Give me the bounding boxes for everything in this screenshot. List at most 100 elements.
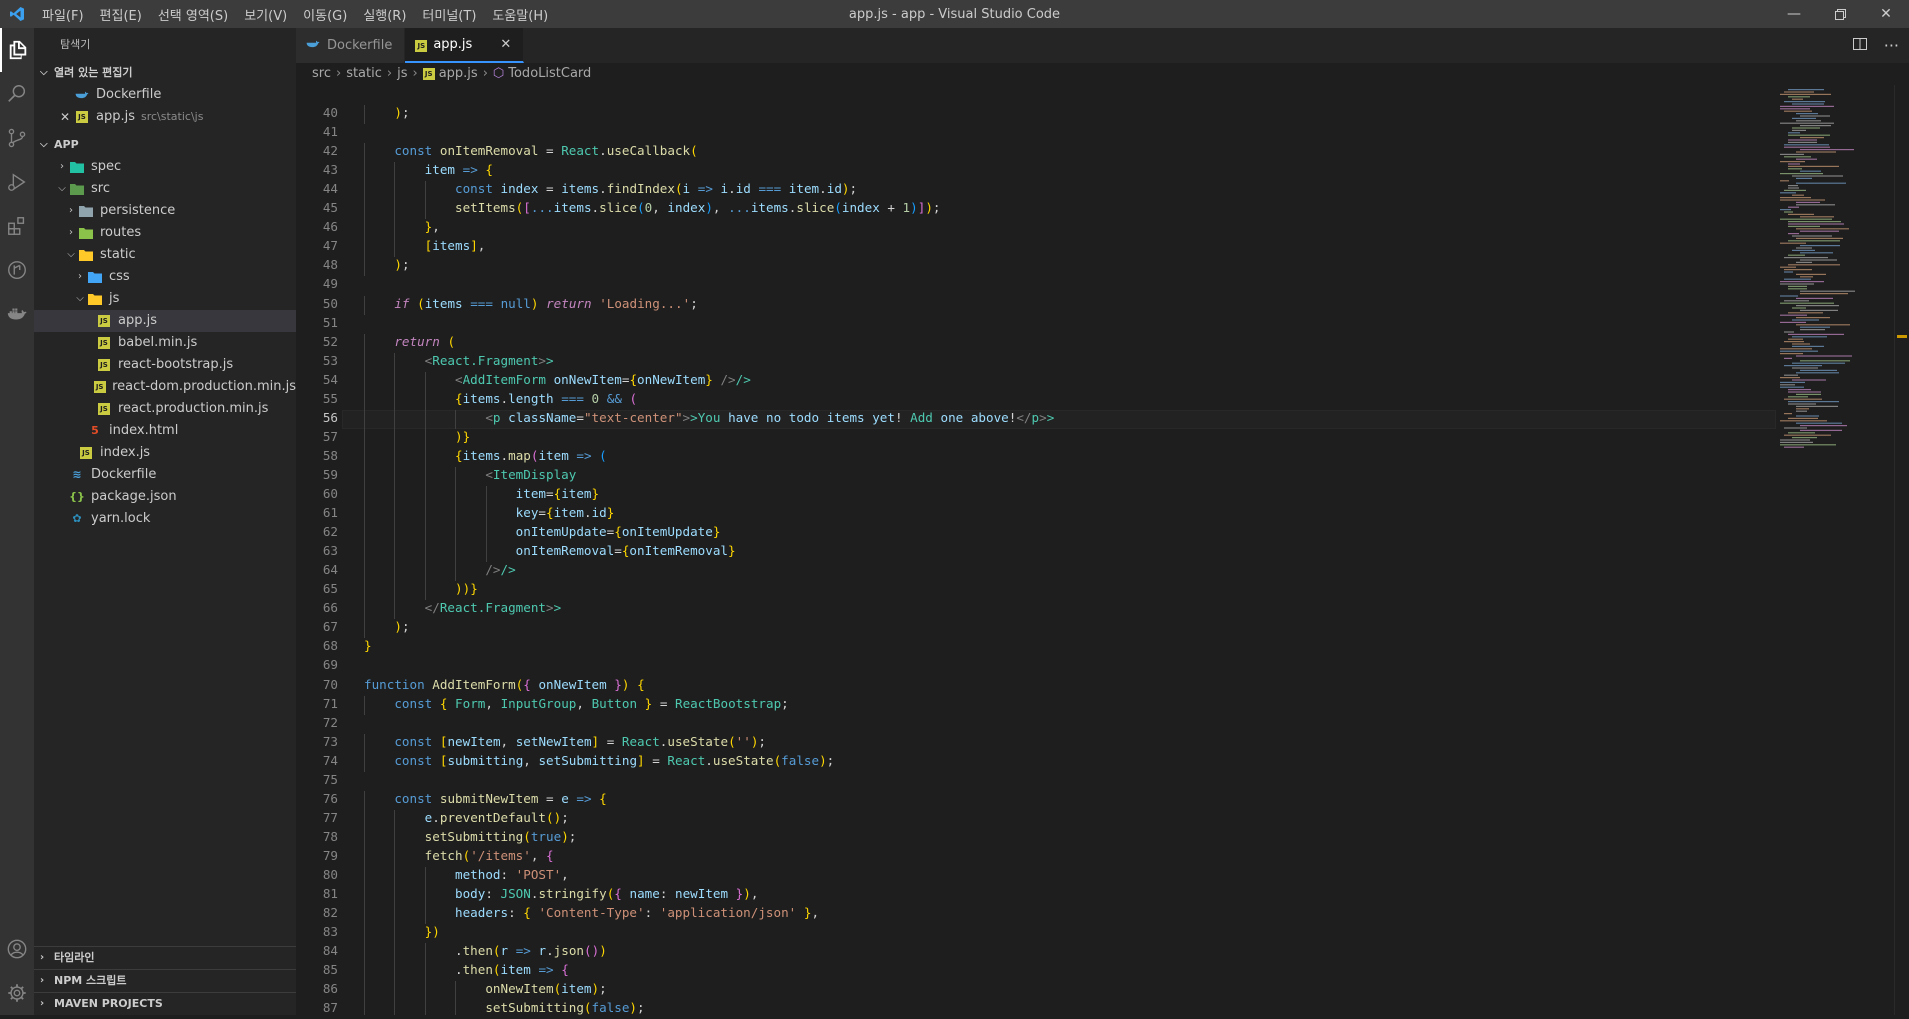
tree-item[interactable]: › css [34,266,296,288]
code-line: item => { [424,162,493,178]
open-editor-item[interactable]: Dockerfile [34,84,296,106]
symbol-icon: ⬡ [492,66,505,81]
minimap-line [1788,288,1807,290]
js-icon: JS [96,357,112,373]
tab-dockerfile[interactable]: Dockerfile [296,28,406,63]
run-debug-icon[interactable] [0,160,34,204]
menu-go[interactable]: 이동(G) [295,5,355,24]
tree-item[interactable]: JS app.js [34,310,296,332]
minimap-line [1780,173,1823,175]
explorer-sidebar: 탐색기 ⌵ 열려 있는 편집기 Dockerfile ✕ JS app.js s… [34,28,296,1015]
menu-file[interactable]: 파일(F) [34,5,92,24]
tree-item[interactable]: ≋ Dockerfile [34,464,296,486]
minimap-line [1796,410,1807,412]
code-line: <ItemDisplay [485,466,577,482]
maven-projects-header[interactable]: › MAVEN PROJECTS [34,992,296,1015]
code-editor[interactable]: 40 ); 41 42 const onItemRemoval = React.us… [296,105,1776,1015]
minimap-line [1788,285,1807,287]
settings-gear-icon[interactable] [0,971,34,1015]
minimap-line [1796,204,1835,206]
line-number: 73 [322,733,338,749]
minimap-line [1796,317,1830,319]
menu-edit[interactable]: 편집(E) [92,5,150,24]
restore-icon[interactable] [1817,0,1863,28]
extensions-icon[interactable] [0,204,34,248]
breadcrumb-item[interactable]: static [346,63,382,85]
minimap-line [1800,115,1830,117]
line-number: 55 [322,390,338,406]
code-line: const index = items.findIndex(i => i.id … [455,181,858,197]
files-icon[interactable] [0,28,34,72]
tree-item[interactable]: JS index.js [34,442,296,464]
close-icon[interactable]: ✕ [60,106,74,128]
open-editors-header[interactable]: ⌵ 열려 있는 편집기 [34,62,296,84]
tree-item[interactable]: › spec [34,156,296,178]
minimap-line [1780,122,1834,124]
breadcrumb-item[interactable]: js [397,63,407,85]
npm-scripts-header[interactable]: › NPM 스크립트 [34,969,296,992]
tree-item[interactable]: ⌵ src [34,178,296,200]
close-tab-icon[interactable]: ✕ [500,37,511,52]
minimize-icon[interactable]: — [1771,0,1817,28]
tab-app-js[interactable]: JS app.js ✕ [405,28,525,63]
breadcrumb-item[interactable]: app.js [439,63,478,85]
workspace-header[interactable]: ⌵ APP [34,134,296,156]
file-tree: › spec ⌵ src › persistence › routes ⌵ static › css ⌵… [34,156,296,530]
breadcrumb-item[interactable]: TodoListCard [508,63,591,85]
code-line: setSubmitting(true); [424,828,577,844]
menu-selection[interactable]: 선택 영역(S) [150,5,236,24]
menu-view[interactable]: 보기(V) [236,5,295,24]
timeline-header[interactable]: › 타임라인 [34,946,296,969]
minimap-line [1784,269,1812,271]
line-number: 80 [322,867,338,882]
tree-item[interactable]: JS react-dom.production.min.js [34,376,296,398]
line-number: 48 [322,257,338,273]
chevron-down-icon: ⌵ [40,139,48,150]
minimap-line [1792,307,1806,309]
minimap-line [1796,237,1843,239]
tree-item[interactable]: ✿ yarn.lock [34,508,296,530]
tree-item[interactable]: 5 index.html [34,420,296,442]
source-control-icon[interactable] [0,116,34,160]
split-editor-icon[interactable] [1852,36,1868,56]
minimap-line [1784,300,1809,302]
tree-item[interactable]: JS react.production.min.js [34,398,296,420]
minimap-line [1800,309,1838,311]
minimap-line [1788,417,1818,419]
minimap-line [1784,156,1811,158]
breadcrumb-item[interactable]: src [312,63,331,85]
code-line: } [364,638,372,654]
code-line: ); [394,619,410,635]
remote-icon[interactable] [0,248,34,292]
tree-item[interactable]: › persistence [34,200,296,222]
minimap-line [1788,163,1800,165]
minimap[interactable] [1780,85,1900,1015]
account-icon[interactable] [0,927,34,971]
menu-run[interactable]: 실행(R) [355,5,414,24]
tree-item[interactable]: ⌵ static [34,244,296,266]
menu-help[interactable]: 도움말(H) [484,5,556,24]
line-number: 86 [322,981,338,997]
minimap-line [1780,281,1824,283]
tree-item[interactable]: › routes [34,222,296,244]
tree-item[interactable]: JS react-bootstrap.js [34,354,296,376]
minimap-line [1800,290,1855,292]
tree-item[interactable]: JS babel.min.js [34,332,296,354]
more-actions-icon[interactable]: ··· [1884,36,1899,55]
minimap-line [1796,228,1849,230]
menu-terminal[interactable]: 터미널(T) [414,5,484,24]
docker-icon[interactable] [0,292,34,336]
open-editor-item[interactable]: ✕ JS app.js src\static\js [34,106,296,128]
line-number: 61 [322,505,338,521]
code-line: onItemUpdate={onItemUpdate} [515,524,721,540]
line-number: 75 [322,771,338,787]
tree-item[interactable]: {} package.json [34,486,296,508]
workspace-label: APP [54,138,79,151]
tree-item[interactable]: ⌵ js [34,288,296,310]
search-icon[interactable] [0,72,34,116]
minimap-line [1800,216,1834,218]
close-window-icon[interactable]: ✕ [1863,0,1909,28]
vertical-scrollbar[interactable] [1894,85,1909,1015]
line-number: 84 [322,943,338,959]
minimap-line [1784,257,1828,259]
